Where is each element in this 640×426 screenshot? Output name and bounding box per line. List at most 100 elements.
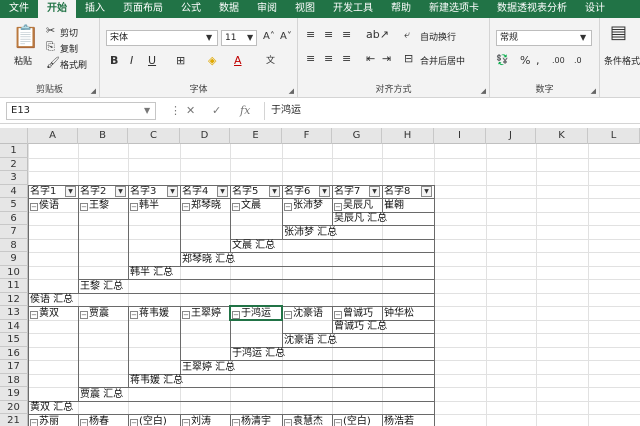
column-header-C[interactable]: C xyxy=(128,128,180,144)
pivot-field-header[interactable]: 名字4 xyxy=(180,185,208,198)
orientation-icon[interactable]: ab↗ xyxy=(366,28,389,42)
increase-decimal-icon[interactable]: .00 xyxy=(552,54,565,68)
row-header-5[interactable]: 5 xyxy=(0,198,28,212)
row-header-16[interactable]: 16 xyxy=(0,346,28,360)
font-name-dropdown-icon[interactable]: ▼ xyxy=(206,31,212,45)
accounting-format-icon[interactable]: 💱 xyxy=(496,54,508,68)
pivot-cell[interactable]: − (空白) xyxy=(332,415,371,426)
row-header-2[interactable]: 2 xyxy=(0,157,28,171)
merge-center-button[interactable]: 合并后居中 xyxy=(420,54,465,67)
subtotal-cell[interactable]: 沈豪语 汇总 xyxy=(282,334,337,347)
align-left-icon[interactable]: ≡ xyxy=(306,52,315,66)
font-launcher-icon[interactable]: ◢ xyxy=(289,87,294,95)
filter-dropdown-icon[interactable]: ▼ xyxy=(421,186,432,197)
enter-icon[interactable]: ✓ xyxy=(212,102,221,120)
column-header-F[interactable]: F xyxy=(282,128,332,144)
row-header-17[interactable]: 17 xyxy=(0,360,28,374)
worksheet-grid[interactable]: ABCDEFGHIJKL 1 2 3 4 5 6 7 8 9 10 11 12 13 14 15 16 17 18… xyxy=(0,128,640,426)
pivot-cell[interactable]: − 杨春 xyxy=(78,415,109,426)
filter-dropdown-icon[interactable]: ▼ xyxy=(115,186,126,197)
insert-function-icon[interactable]: fx xyxy=(240,102,250,120)
align-middle-icon[interactable]: ≡ xyxy=(324,28,333,42)
decrease-decimal-icon[interactable]: .0 xyxy=(574,54,582,68)
pivot-cell[interactable]: − 贾震 xyxy=(78,307,109,320)
pivot-field-header[interactable]: 名字5 xyxy=(230,185,258,198)
align-center-icon[interactable]: ≡ xyxy=(324,52,333,66)
pivot-cell[interactable]: − 沈豪语 xyxy=(282,307,323,320)
pivot-cell[interactable]: − 苏丽 xyxy=(28,415,59,426)
tab-3[interactable]: 页面布局 xyxy=(114,0,172,18)
pivot-field-header[interactable]: 名字1 xyxy=(28,185,56,198)
filter-dropdown-icon[interactable]: ▼ xyxy=(167,186,178,197)
phonetic-icon[interactable]: 文 xyxy=(266,54,275,68)
column-header-B[interactable]: B xyxy=(78,128,128,144)
decrease-indent-icon[interactable]: ⇤ xyxy=(366,52,375,66)
column-header-E[interactable]: E xyxy=(230,128,282,144)
collapse-icon[interactable]: − xyxy=(182,310,190,319)
merge-center-icon[interactable]: ⊟ xyxy=(404,52,413,66)
pivot-cell[interactable]: 钟华松 xyxy=(382,307,414,320)
pivot-cell[interactable]: − 袁慧杰 xyxy=(282,415,323,426)
subtotal-cell[interactable]: 王黎 汇总 xyxy=(78,280,123,293)
pivot-cell[interactable]: − 曾诚巧 xyxy=(332,307,373,320)
filter-dropdown-icon[interactable]: ▼ xyxy=(319,186,330,197)
tab-10[interactable]: 新建选项卡 xyxy=(420,0,488,18)
column-header-G[interactable]: G xyxy=(332,128,382,144)
cancel-icon[interactable]: ✕ xyxy=(186,102,195,120)
format-painter-button[interactable]: 格式刷 xyxy=(60,58,87,71)
collapse-icon[interactable]: − xyxy=(334,418,342,426)
subtotal-cell[interactable]: 曾诚巧 汇总 xyxy=(332,320,387,333)
collapse-icon[interactable]: − xyxy=(30,310,38,319)
collapse-icon[interactable]: − xyxy=(130,310,138,319)
collapse-icon[interactable]: − xyxy=(80,202,88,211)
row-header-14[interactable]: 14 xyxy=(0,319,28,333)
column-header-A[interactable]: A xyxy=(28,128,78,144)
paste-icon[interactable]: 📋 xyxy=(12,26,39,50)
collapse-icon[interactable]: − xyxy=(130,418,138,426)
column-header-D[interactable]: D xyxy=(180,128,230,144)
name-box-dropdown-icon[interactable]: ▼ xyxy=(144,102,150,120)
comma-style-icon[interactable]: , xyxy=(536,54,540,68)
row-header-8[interactable]: 8 xyxy=(0,238,28,252)
filter-dropdown-icon[interactable]: ▼ xyxy=(65,186,76,197)
cut-icon[interactable]: ✂ xyxy=(46,24,55,38)
conditional-format-icon[interactable]: ▤ xyxy=(610,24,627,42)
collapse-icon[interactable]: − xyxy=(80,418,88,426)
pivot-cell[interactable]: − 蒋韦媛 xyxy=(128,307,169,320)
bold-button[interactable]: B xyxy=(110,54,118,68)
pivot-field-header[interactable]: 名字2 xyxy=(78,185,106,198)
collapse-icon[interactable]: − xyxy=(30,418,38,426)
pivot-cell[interactable]: 崔翱 xyxy=(382,199,404,212)
tab-12[interactable]: 设计 xyxy=(576,0,614,18)
pivot-cell[interactable]: − 黄双 xyxy=(28,307,59,320)
number-format-select[interactable]: 常规 xyxy=(496,30,592,46)
column-header-K[interactable]: K xyxy=(536,128,588,144)
italic-button[interactable]: I xyxy=(130,54,133,68)
name-box[interactable]: E13 xyxy=(6,102,156,120)
pivot-cell[interactable]: − (空白) xyxy=(128,415,167,426)
collapse-icon[interactable]: − xyxy=(284,202,292,211)
tab-1[interactable]: 开始 xyxy=(38,0,76,18)
pivot-cell[interactable]: 杨浩若 xyxy=(382,415,414,426)
grow-font-icon[interactable]: A˄ xyxy=(263,30,275,44)
select-all-corner[interactable] xyxy=(0,128,28,144)
pivot-cell[interactable]: − 王黎 xyxy=(78,199,109,212)
tab-0[interactable]: 文件 xyxy=(0,0,38,18)
row-header-12[interactable]: 12 xyxy=(0,292,28,306)
pivot-field-header[interactable]: 名字7 xyxy=(332,185,360,198)
number-format-dropdown-icon[interactable]: ▼ xyxy=(580,31,586,45)
align-top-icon[interactable]: ≡ xyxy=(306,28,315,42)
collapse-icon[interactable]: − xyxy=(334,202,342,211)
alignment-launcher-icon[interactable]: ◢ xyxy=(481,87,486,95)
pivot-cell[interactable]: − 郑琴晓 xyxy=(180,199,221,212)
pivot-cell[interactable]: − 韩半 xyxy=(128,199,159,212)
tab-4[interactable]: 公式 xyxy=(172,0,210,18)
row-header-11[interactable]: 11 xyxy=(0,279,28,293)
column-header-H[interactable]: H xyxy=(382,128,434,144)
pivot-cell[interactable]: − 吴辰凡 xyxy=(332,199,373,212)
column-header-J[interactable]: J xyxy=(486,128,536,144)
tab-6[interactable]: 审阅 xyxy=(248,0,286,18)
subtotal-cell[interactable]: 韩半 汇总 xyxy=(128,266,173,279)
pivot-field-header[interactable]: 名字6 xyxy=(282,185,310,198)
row-header-9[interactable]: 9 xyxy=(0,252,28,266)
